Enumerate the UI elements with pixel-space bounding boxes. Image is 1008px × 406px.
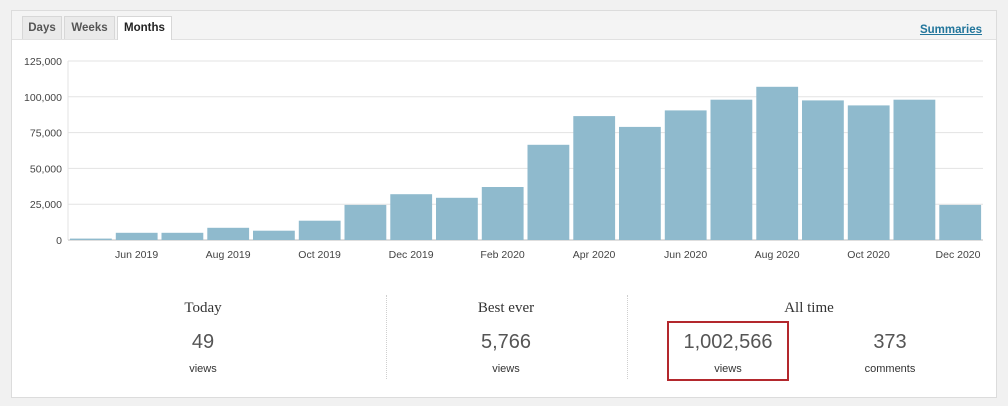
- best-ever-value: 5,766: [480, 331, 532, 353]
- bar-feb-2020[interactable]: [481, 187, 524, 240]
- stats-divider: [386, 295, 387, 379]
- chart-x-axis: Jun 2019 Aug 2019 Oct 2019 Dec 2019 Feb 2020…: [115, 249, 981, 261]
- x-tick-label: Jun 2019: [115, 249, 158, 261]
- today-title: Today: [184, 300, 222, 316]
- bar-jun-2019[interactable]: [115, 232, 158, 240]
- bar-dec-2019[interactable]: [390, 194, 433, 240]
- views-chart: 0 25,000 50,000 75,000 100,000 125,000 Jun 20…: [24, 56, 983, 261]
- today-views-value: 49: [191, 331, 215, 353]
- x-tick-label: Oct 2020: [847, 249, 890, 261]
- bar-jul-2020[interactable]: [710, 99, 753, 240]
- bar-aug-2020[interactable]: [756, 86, 799, 240]
- chart-grid: [67, 60, 983, 241]
- bar-jan-2020[interactable]: [436, 197, 478, 240]
- x-tick-label: Aug 2019: [206, 249, 251, 261]
- bar-jun-2020[interactable]: [664, 110, 707, 241]
- bar-apr-2020[interactable]: [573, 116, 616, 240]
- y-tick-label: 0: [56, 235, 62, 247]
- x-tick-label: Feb 2020: [480, 249, 525, 261]
- today-views-label: views: [189, 363, 217, 375]
- x-tick-label: Dec 2019: [389, 249, 434, 261]
- y-tick-label: 25,000: [30, 199, 62, 211]
- bar-nov-2020[interactable]: [893, 99, 936, 240]
- x-tick-label: Apr 2020: [573, 249, 616, 261]
- bar-may-2020[interactable]: [619, 126, 661, 240]
- x-tick-label: Jun 2020: [664, 249, 707, 261]
- y-tick-label: 125,000: [24, 56, 62, 68]
- bar-sep-2019[interactable]: [253, 230, 295, 240]
- all-time-views-highlight: [667, 321, 789, 381]
- bar-jul-2019[interactable]: [161, 232, 204, 240]
- bar-oct-2019[interactable]: [298, 220, 341, 240]
- bar-sep-2020[interactable]: [802, 100, 844, 241]
- x-tick-label: Aug 2020: [755, 249, 800, 261]
- bar-nov-2019[interactable]: [344, 204, 387, 240]
- all-time-title: All time: [784, 300, 834, 316]
- x-tick-label: Dec 2020: [936, 249, 981, 261]
- chart-y-axis: 0 25,000 50,000 75,000 100,000 125,000: [24, 56, 62, 247]
- bar-mar-2020[interactable]: [527, 144, 570, 240]
- stats-divider: [627, 295, 628, 379]
- bar-oct-2020[interactable]: [847, 105, 890, 241]
- y-tick-label: 50,000: [30, 163, 62, 175]
- best-ever-label: views: [492, 363, 520, 375]
- chart-bars: [70, 86, 982, 241]
- y-tick-label: 75,000: [30, 128, 62, 140]
- all-time-comments-label: comments: [864, 363, 916, 375]
- bar-dec-2020[interactable]: [939, 204, 982, 240]
- x-tick-label: Oct 2019: [298, 249, 341, 261]
- all-time-comments-value: 373: [873, 331, 907, 353]
- bar-aug-2019[interactable]: [207, 227, 250, 240]
- bar-may-2019[interactable]: [70, 238, 112, 240]
- best-ever-title: Best ever: [477, 300, 535, 316]
- y-tick-label: 100,000: [24, 92, 62, 104]
